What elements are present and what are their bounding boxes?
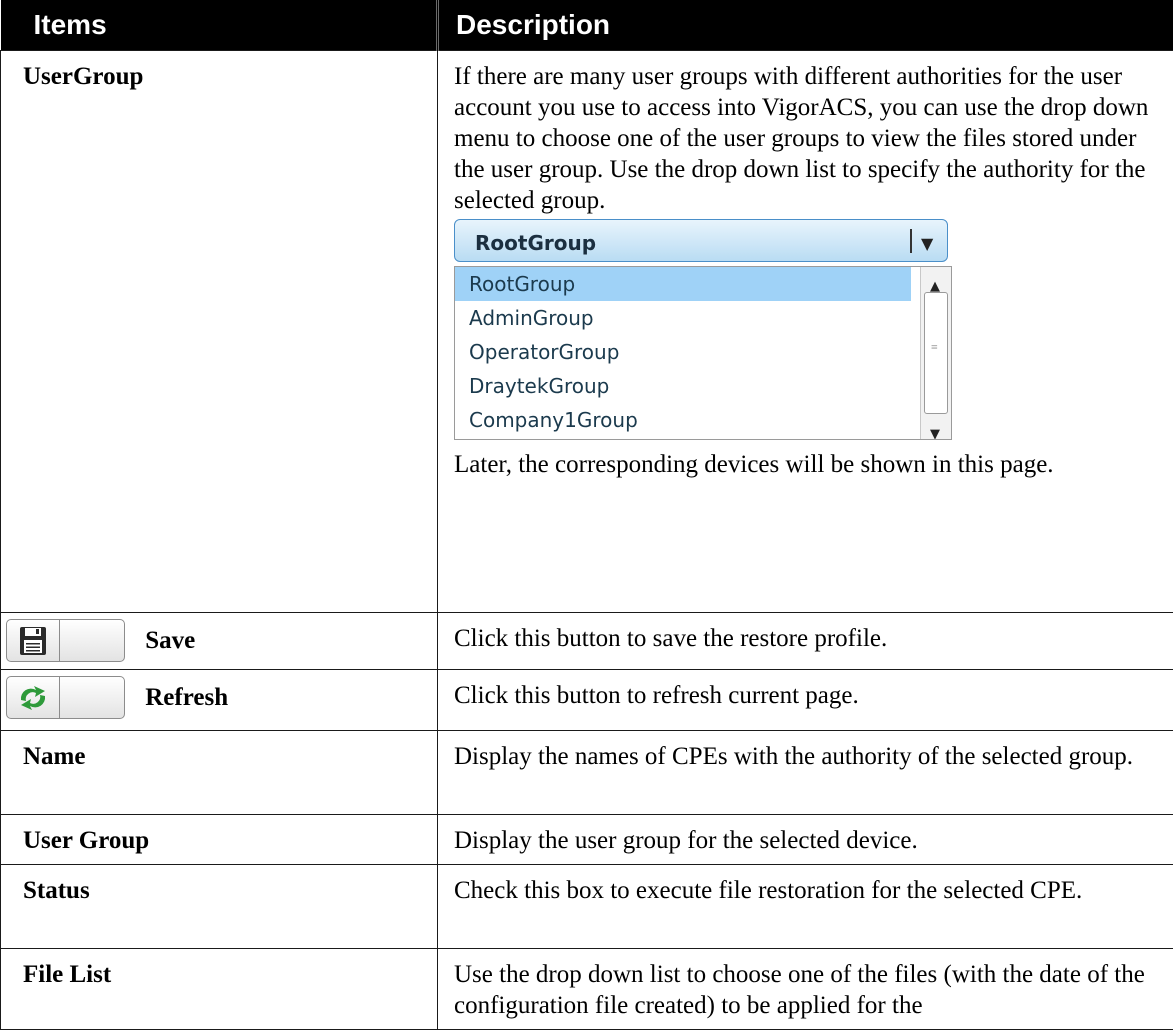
grip-icon: ≡ [931, 345, 941, 349]
option-operatorgroup[interactable]: OperatorGroup [455, 335, 911, 369]
button-divider [59, 619, 60, 662]
items-description-table: Items Description UserGroup If there are… [0, 0, 1173, 1030]
desc-refresh: Click this button to refresh current pag… [438, 670, 1173, 731]
header-items: Items [1, 0, 438, 51]
desc-name: Display the names of CPEs with the autho… [438, 731, 1173, 815]
table-row: File List Use the drop down list to choo… [1, 949, 1173, 1030]
scrollbar-thumb[interactable]: ≡ [924, 292, 948, 414]
header-description: Description [438, 0, 1173, 51]
usergroup-selected-value: RootGroup [475, 228, 596, 259]
desc-usergroup: If there are many user groups with diffe… [438, 51, 1173, 613]
option-company1group[interactable]: Company1Group [455, 403, 911, 437]
desc-save: Click this button to save the restore pr… [438, 613, 1173, 670]
usergroup-select[interactable]: RootGroup ▼ [454, 219, 948, 262]
save-label: Save [145, 627, 195, 655]
option-admingroup[interactable]: AdminGroup [455, 301, 911, 335]
table-row: Status Check this box to execute file re… [1, 865, 1173, 949]
usergroup-dropdown[interactable]: RootGroup ▼ RootGroup AdminGroup Operato… [454, 219, 952, 443]
desc-status: Check this box to execute file restorati… [438, 865, 1173, 949]
item-status: Status [1, 865, 438, 949]
option-rootgroup[interactable]: RootGroup [455, 267, 911, 301]
item-usergroup: UserGroup [1, 51, 438, 613]
table-row: Name Display the names of CPEs with the … [1, 731, 1173, 815]
options-scrollbar[interactable]: ▲ ≡ ▼ [920, 267, 951, 439]
item-name: Name [1, 731, 438, 815]
refresh-arrows-icon [15, 680, 51, 716]
table-row: UserGroup If there are many user groups … [1, 51, 1173, 613]
item-user-group: User Group [1, 815, 438, 865]
select-divider [910, 229, 912, 253]
table-header-row: Items Description [1, 0, 1173, 51]
save-button[interactable] [6, 619, 125, 662]
refresh-label: Refresh [145, 684, 228, 712]
table-row: Save Click this button to save the resto… [1, 613, 1173, 670]
refresh-button[interactable] [6, 676, 125, 719]
document-page: Items Description UserGroup If there are… [0, 0, 1173, 1005]
option-draytekgroup[interactable]: DraytekGroup [455, 369, 911, 403]
table-row: Refresh Click this button to refresh cur… [1, 670, 1173, 731]
usergroup-options-list: RootGroup AdminGroup OperatorGroup Drayt… [454, 266, 952, 440]
desc-user-group: Display the user group for the selected … [438, 815, 1173, 865]
floppy-disk-icon [15, 623, 51, 659]
item-refresh: Refresh [1, 670, 438, 731]
desc-usergroup-after: Later, the corresponding devices will be… [454, 449, 1165, 480]
desc-usergroup-text: If there are many user groups with diffe… [454, 61, 1165, 216]
item-file-list: File List [1, 949, 438, 1030]
chevron-down-icon[interactable]: ▼ [921, 228, 933, 259]
table-row: User Group Display the user group for th… [1, 815, 1173, 865]
scroll-down-icon[interactable]: ▼ [930, 419, 940, 440]
item-save: Save [1, 613, 438, 670]
button-divider [59, 676, 60, 719]
desc-file-list: Use the drop down list to choose one of … [438, 949, 1173, 1030]
